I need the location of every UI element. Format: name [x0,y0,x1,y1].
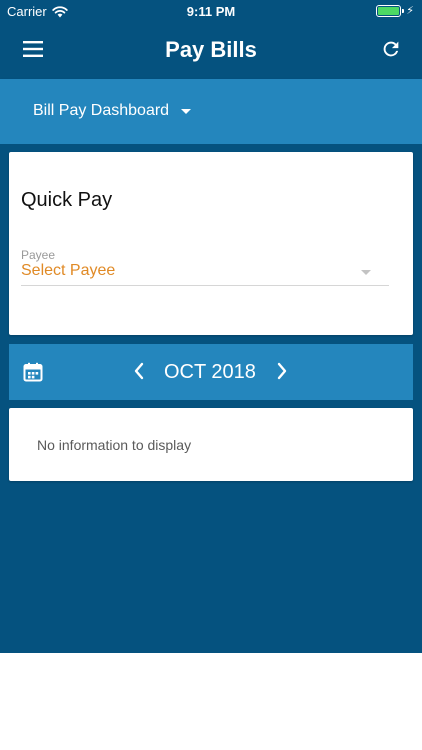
status-bar: Carrier 9:11 PM ⚡ [0,0,422,22]
caret-down-icon [361,270,371,275]
current-month: OCT 2018 [164,361,256,383]
page-title: Pay Bills [165,37,257,62]
payee-select-value: Select Payee [21,262,116,279]
app-screen: Carrier 9:11 PM ⚡ Pay Bills Bill Pay Das… [0,0,422,750]
quick-pay-title: Quick Pay [21,189,113,211]
dashboard-bar: Bill Pay Dashboard [0,79,422,144]
battery-group: ⚡ [376,4,414,17]
status-time: 9:11 PM [186,4,236,19]
chevron-right-icon[interactable] [275,361,289,381]
quick-pay-card: Quick Pay Payee Select Payee [9,152,413,335]
battery-icon [376,4,405,17]
content-area: Quick Pay Payee Select Payee OCT 2018 No… [0,144,422,653]
refresh-icon[interactable] [380,38,402,60]
payee-select[interactable]: Select Payee [21,262,389,286]
nav-bar: Pay Bills [0,22,422,79]
dashboard-dropdown-label: Bill Pay Dashboard [33,102,170,119]
chevron-left-icon[interactable] [132,361,146,381]
charging-bolt-icon: ⚡ [406,5,414,17]
empty-state-message: No information to display [37,437,192,453]
payee-label: Payee [21,248,56,262]
caret-down-icon [181,108,192,114]
info-card: No information to display [9,408,413,481]
bottom-blank-area [0,653,422,750]
dashboard-dropdown[interactable]: Bill Pay Dashboard [33,102,192,120]
calendar-icon[interactable] [23,362,43,382]
month-navigator: OCT 2018 [9,344,413,400]
